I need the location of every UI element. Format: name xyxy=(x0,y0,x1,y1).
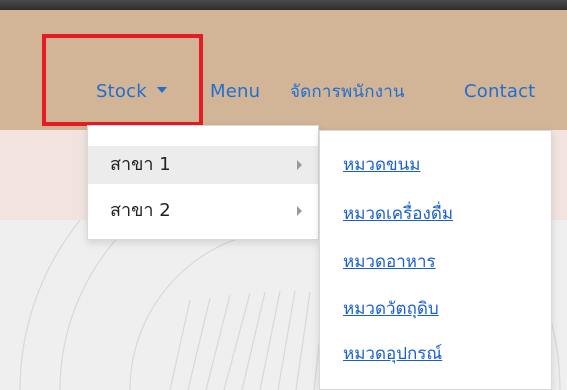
highlight-box xyxy=(42,34,203,126)
nav-contact[interactable]: Contact xyxy=(464,80,535,104)
chevron-right-icon xyxy=(297,206,302,216)
nav-staff-management[interactable]: จัดการพนักงาน xyxy=(290,80,405,104)
submenu-link-food[interactable]: หมวดอาหาร xyxy=(343,250,436,274)
stock-dropdown-menu: สาขา 1 สาขา 2 xyxy=(87,125,319,240)
submenu-link-snacks[interactable]: หมวดขนม xyxy=(343,153,420,177)
submenu-link-drinks[interactable]: หมวดเครื่องดื่ม xyxy=(343,202,453,226)
dropdown-item-label: สาขา 1 xyxy=(110,154,171,175)
submenu-link-ingredients[interactable]: หมวดวัตถุดิบ xyxy=(343,297,439,321)
submenu-link-equipment[interactable]: หมวดอุปกรณ์ xyxy=(343,342,442,366)
dropdown-item-label: สาขา 2 xyxy=(110,200,171,221)
chevron-right-icon xyxy=(297,160,302,170)
dropdown-item-branch-1[interactable]: สาขา 1 xyxy=(88,146,318,184)
nav-menu[interactable]: Menu xyxy=(210,80,260,104)
dropdown-item-branch-2[interactable]: สาขา 2 xyxy=(88,192,318,230)
branch-1-submenu: หมวดขนม หมวดเครื่องดื่ม หมวดอาหาร หมวดวั… xyxy=(319,130,552,390)
top-bar xyxy=(0,0,567,10)
